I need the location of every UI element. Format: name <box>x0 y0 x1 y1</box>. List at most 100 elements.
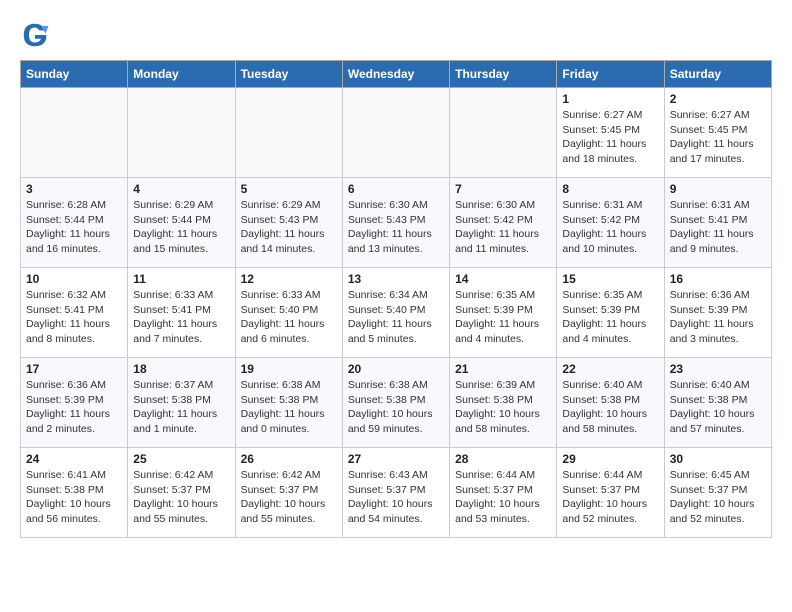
day-number: 9 <box>670 182 766 196</box>
day-info: Sunrise: 6:31 AM Sunset: 5:42 PM Dayligh… <box>562 198 658 257</box>
calendar: SundayMondayTuesdayWednesdayThursdayFrid… <box>20 60 772 538</box>
day-info: Sunrise: 6:33 AM Sunset: 5:41 PM Dayligh… <box>133 288 229 347</box>
calendar-cell: 23 Sunrise: 6:40 AM Sunset: 5:38 PM Dayli… <box>664 358 771 448</box>
calendar-cell: 28 Sunrise: 6:44 AM Sunset: 5:37 PM Dayli… <box>450 448 557 538</box>
day-number: 29 <box>562 452 658 466</box>
day-header-wednesday: Wednesday <box>342 61 449 88</box>
week-row-2: 3 Sunrise: 6:28 AM Sunset: 5:44 PM Daylig… <box>21 178 772 268</box>
calendar-cell <box>128 88 235 178</box>
calendar-cell: 17 Sunrise: 6:36 AM Sunset: 5:39 PM Dayli… <box>21 358 128 448</box>
week-row-4: 17 Sunrise: 6:36 AM Sunset: 5:39 PM Dayli… <box>21 358 772 448</box>
day-header-friday: Friday <box>557 61 664 88</box>
day-info: Sunrise: 6:43 AM Sunset: 5:37 PM Dayligh… <box>348 468 444 527</box>
calendar-cell <box>21 88 128 178</box>
calendar-cell: 12Sunrise: 6:33 AM Sunset: 5:40 PM Dayli… <box>235 268 342 358</box>
calendar-cell: 26 Sunrise: 6:42 AM Sunset: 5:37 PM Dayli… <box>235 448 342 538</box>
day-number: 18 <box>133 362 229 376</box>
day-header-sunday: Sunday <box>21 61 128 88</box>
day-number: 8 <box>562 182 658 196</box>
day-info: Sunrise: 6:36 AM Sunset: 5:39 PM Dayligh… <box>670 288 766 347</box>
calendar-cell <box>235 88 342 178</box>
week-row-1: 1 Sunrise: 6:27 AM Sunset: 5:45 PM Daylig… <box>21 88 772 178</box>
calendar-cell: 15Sunrise: 6:35 AM Sunset: 5:39 PM Dayli… <box>557 268 664 358</box>
day-info: Sunrise: 6:41 AM Sunset: 5:38 PM Dayligh… <box>26 468 122 527</box>
day-number: 5 <box>241 182 337 196</box>
day-info: Sunrise: 6:39 AM Sunset: 5:38 PM Dayligh… <box>455 378 551 437</box>
day-header-saturday: Saturday <box>664 61 771 88</box>
day-number: 10 <box>26 272 122 286</box>
day-info: Sunrise: 6:28 AM Sunset: 5:44 PM Dayligh… <box>26 198 122 257</box>
day-number: 2 <box>670 92 766 106</box>
day-info: Sunrise: 6:45 AM Sunset: 5:37 PM Dayligh… <box>670 468 766 527</box>
calendar-cell: 14Sunrise: 6:35 AM Sunset: 5:39 PM Dayli… <box>450 268 557 358</box>
calendar-cell <box>342 88 449 178</box>
calendar-cell: 5 Sunrise: 6:29 AM Sunset: 5:43 PM Daylig… <box>235 178 342 268</box>
calendar-cell: 6 Sunrise: 6:30 AM Sunset: 5:43 PM Daylig… <box>342 178 449 268</box>
day-info: Sunrise: 6:42 AM Sunset: 5:37 PM Dayligh… <box>241 468 337 527</box>
day-info: Sunrise: 6:30 AM Sunset: 5:42 PM Dayligh… <box>455 198 551 257</box>
calendar-cell: 13Sunrise: 6:34 AM Sunset: 5:40 PM Dayli… <box>342 268 449 358</box>
week-row-5: 24 Sunrise: 6:41 AM Sunset: 5:38 PM Dayli… <box>21 448 772 538</box>
day-number: 7 <box>455 182 551 196</box>
calendar-cell: 10Sunrise: 6:32 AM Sunset: 5:41 PM Dayli… <box>21 268 128 358</box>
day-header-thursday: Thursday <box>450 61 557 88</box>
day-info: Sunrise: 6:40 AM Sunset: 5:38 PM Dayligh… <box>562 378 658 437</box>
day-number: 11 <box>133 272 229 286</box>
calendar-cell: 18 Sunrise: 6:37 AM Sunset: 5:38 PM Dayli… <box>128 358 235 448</box>
day-number: 22 <box>562 362 658 376</box>
day-info: Sunrise: 6:36 AM Sunset: 5:39 PM Dayligh… <box>26 378 122 437</box>
calendar-cell: 2 Sunrise: 6:27 AM Sunset: 5:45 PM Daylig… <box>664 88 771 178</box>
day-number: 30 <box>670 452 766 466</box>
day-number: 3 <box>26 182 122 196</box>
calendar-cell: 1 Sunrise: 6:27 AM Sunset: 5:45 PM Daylig… <box>557 88 664 178</box>
calendar-cell: 20Sunrise: 6:38 AM Sunset: 5:38 PM Dayli… <box>342 358 449 448</box>
day-info: Sunrise: 6:38 AM Sunset: 5:38 PM Dayligh… <box>241 378 337 437</box>
day-info: Sunrise: 6:34 AM Sunset: 5:40 PM Dayligh… <box>348 288 444 347</box>
calendar-cell: 8 Sunrise: 6:31 AM Sunset: 5:42 PM Daylig… <box>557 178 664 268</box>
day-info: Sunrise: 6:31 AM Sunset: 5:41 PM Dayligh… <box>670 198 766 257</box>
day-number: 19 <box>241 362 337 376</box>
day-number: 4 <box>133 182 229 196</box>
calendar-cell: 29 Sunrise: 6:44 AM Sunset: 5:37 PM Dayli… <box>557 448 664 538</box>
calendar-cell: 3 Sunrise: 6:28 AM Sunset: 5:44 PM Daylig… <box>21 178 128 268</box>
day-info: Sunrise: 6:29 AM Sunset: 5:44 PM Dayligh… <box>133 198 229 257</box>
calendar-cell: 27Sunrise: 6:43 AM Sunset: 5:37 PM Dayli… <box>342 448 449 538</box>
calendar-cell: 11 Sunrise: 6:33 AM Sunset: 5:41 PM Dayli… <box>128 268 235 358</box>
day-info: Sunrise: 6:27 AM Sunset: 5:45 PM Dayligh… <box>670 108 766 167</box>
calendar-cell: 21 Sunrise: 6:39 AM Sunset: 5:38 PM Dayli… <box>450 358 557 448</box>
calendar-cell: 22 Sunrise: 6:40 AM Sunset: 5:38 PM Dayli… <box>557 358 664 448</box>
header <box>20 20 772 50</box>
day-number: 17 <box>26 362 122 376</box>
calendar-cell <box>450 88 557 178</box>
calendar-cell: 16 Sunrise: 6:36 AM Sunset: 5:39 PM Dayli… <box>664 268 771 358</box>
calendar-cell: 30 Sunrise: 6:45 AM Sunset: 5:37 PM Dayli… <box>664 448 771 538</box>
day-info: Sunrise: 6:40 AM Sunset: 5:38 PM Dayligh… <box>670 378 766 437</box>
calendar-cell: 7 Sunrise: 6:30 AM Sunset: 5:42 PM Daylig… <box>450 178 557 268</box>
day-number: 23 <box>670 362 766 376</box>
day-info: Sunrise: 6:42 AM Sunset: 5:37 PM Dayligh… <box>133 468 229 527</box>
logo-icon <box>20 20 50 50</box>
day-number: 16 <box>670 272 766 286</box>
day-number: 25 <box>133 452 229 466</box>
day-number: 24 <box>26 452 122 466</box>
day-info: Sunrise: 6:29 AM Sunset: 5:43 PM Dayligh… <box>241 198 337 257</box>
day-info: Sunrise: 6:27 AM Sunset: 5:45 PM Dayligh… <box>562 108 658 167</box>
logo <box>20 20 54 50</box>
day-info: Sunrise: 6:30 AM Sunset: 5:43 PM Dayligh… <box>348 198 444 257</box>
calendar-cell: 9 Sunrise: 6:31 AM Sunset: 5:41 PM Daylig… <box>664 178 771 268</box>
day-number: 6 <box>348 182 444 196</box>
day-info: Sunrise: 6:37 AM Sunset: 5:38 PM Dayligh… <box>133 378 229 437</box>
day-info: Sunrise: 6:44 AM Sunset: 5:37 PM Dayligh… <box>455 468 551 527</box>
day-info: Sunrise: 6:44 AM Sunset: 5:37 PM Dayligh… <box>562 468 658 527</box>
calendar-cell: 25 Sunrise: 6:42 AM Sunset: 5:37 PM Dayli… <box>128 448 235 538</box>
calendar-cell: 24 Sunrise: 6:41 AM Sunset: 5:38 PM Dayli… <box>21 448 128 538</box>
day-number: 26 <box>241 452 337 466</box>
calendar-cell: 19 Sunrise: 6:38 AM Sunset: 5:38 PM Dayli… <box>235 358 342 448</box>
day-number: 28 <box>455 452 551 466</box>
day-info: Sunrise: 6:35 AM Sunset: 5:39 PM Dayligh… <box>562 288 658 347</box>
week-row-3: 10Sunrise: 6:32 AM Sunset: 5:41 PM Dayli… <box>21 268 772 358</box>
calendar-cell: 4 Sunrise: 6:29 AM Sunset: 5:44 PM Daylig… <box>128 178 235 268</box>
day-info: Sunrise: 6:33 AM Sunset: 5:40 PM Dayligh… <box>241 288 337 347</box>
day-number: 21 <box>455 362 551 376</box>
day-number: 1 <box>562 92 658 106</box>
